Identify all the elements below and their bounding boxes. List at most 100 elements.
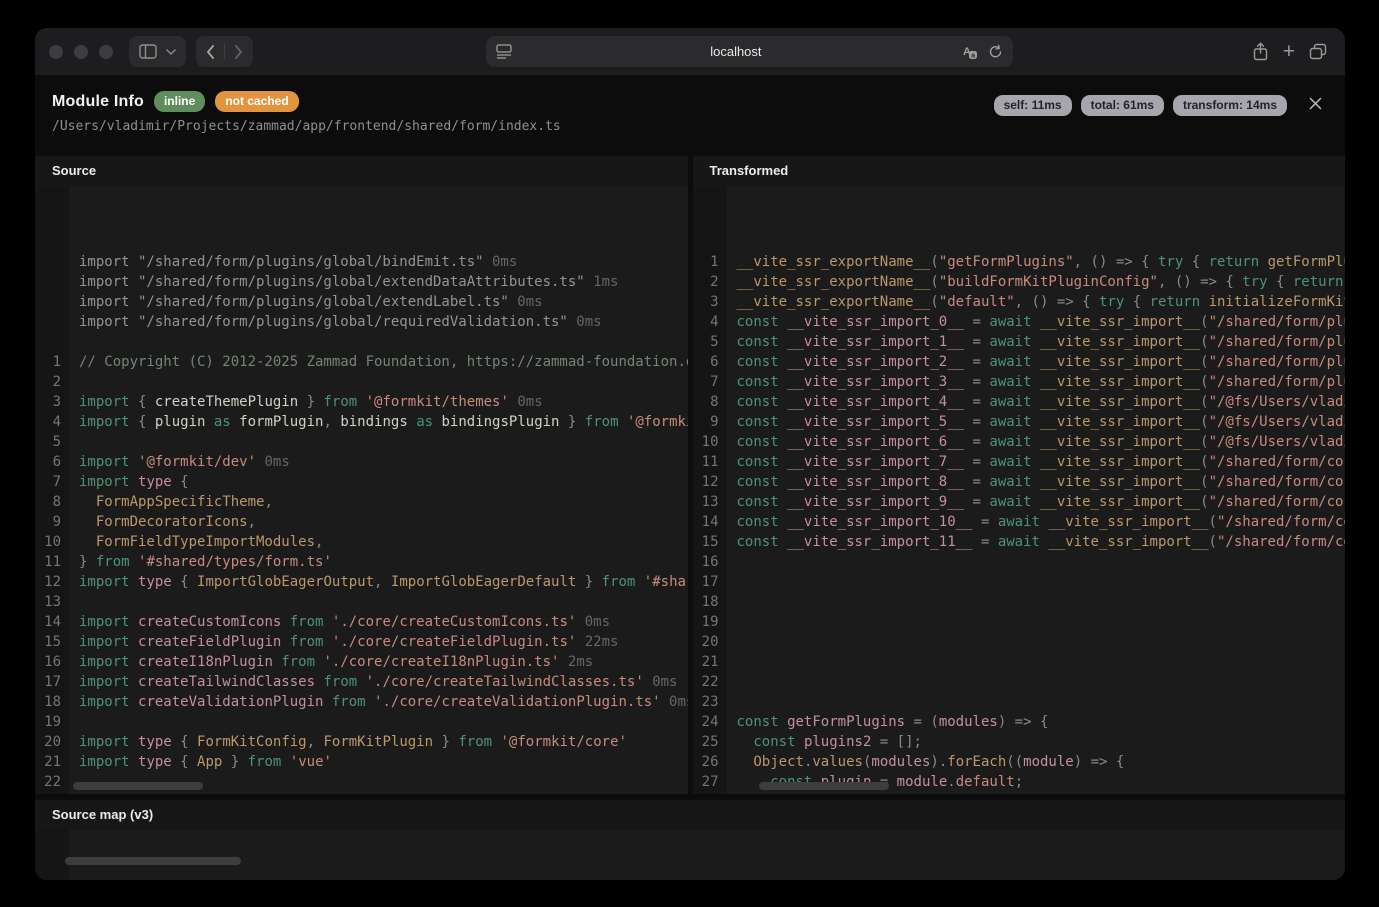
timing-badges: self: 11ms total: 61ms transform: 14ms (994, 95, 1287, 116)
code-line: 17 (693, 572, 1346, 592)
code-line: 21import type { App } from 'vue' (35, 752, 688, 772)
code-line: 16 (693, 552, 1346, 572)
tab-overview-button[interactable] (1309, 43, 1327, 60)
close-button[interactable] (1303, 91, 1327, 115)
source-panel: Source import "/shared/form/plugins/glob… (35, 156, 688, 794)
reload-button[interactable] (988, 44, 1003, 59)
code-line: 23export const getFormPlugins = (modules… (35, 792, 688, 794)
code-line: 21 (693, 652, 1346, 672)
code-line: 24const getFormPlugins = (modules) => { (693, 712, 1346, 732)
code-line: import "/shared/form/plugins/global/requ… (35, 312, 688, 332)
code-line: 26 Object.values(modules).forEach((modul… (693, 752, 1346, 772)
code-line: 11const __vite_ssr_import_7__ = await __… (693, 452, 1346, 472)
code-line: 9 FormDecoratorIcons, (35, 512, 688, 532)
transformed-code-area[interactable]: 1__vite_ssr_exportName__("getFormPlugins… (693, 186, 1346, 794)
code-line: 9const __vite_ssr_import_5__ = await __v… (693, 412, 1346, 432)
screen: localhost A a + (0, 0, 1379, 907)
code-line: 5 (35, 432, 688, 452)
code-line: 15const __vite_ssr_import_11__ = await _… (693, 532, 1346, 552)
sourcemap-code-area[interactable]: 1;;;AAEA;AAAkC;AAAA;AAAA;AAAA;AAClC;AAEA… (35, 830, 1345, 880)
code-line: 25 const plugins2 = []; (693, 732, 1346, 752)
code-line: 22 (693, 672, 1346, 692)
code-line: 4import { plugin as formPlugin, bindings… (35, 412, 688, 432)
code-line: 1// Copyright (C) 2012-2025 Zammad Found… (35, 352, 688, 372)
url-text[interactable]: localhost (512, 44, 960, 59)
code-line: 23 (693, 692, 1346, 712)
code-line: 20 (693, 632, 1346, 652)
toolbar-right-buttons: + (1252, 41, 1327, 62)
code-line: 12import type { ImportGlobEagerOutput, I… (35, 572, 688, 592)
svg-text:a: a (971, 52, 975, 59)
translate-icon[interactable]: A a (960, 44, 978, 60)
code-line: 10const __vite_ssr_import_6__ = await __… (693, 432, 1346, 452)
inline-badge: inline (154, 91, 205, 112)
chevron-down-icon (166, 49, 176, 55)
browser-window: localhost A a + (35, 28, 1345, 880)
source-hscrollbar[interactable] (73, 782, 203, 790)
back-button[interactable] (206, 45, 215, 59)
nav-buttons (196, 36, 253, 67)
code-line: 19 (693, 612, 1346, 632)
close-icon (1309, 97, 1322, 110)
code-line: 2 (35, 372, 688, 392)
code-line: 7import type { (35, 472, 688, 492)
browser-toolbar: localhost A a + (35, 28, 1345, 75)
code-line: 5const __vite_ssr_import_1__ = await __v… (693, 332, 1346, 352)
code-line: 8const __vite_ssr_import_4__ = await __v… (693, 392, 1346, 412)
window-controls (49, 45, 113, 59)
code-line: 16import createI18nPlugin from './core/c… (35, 652, 688, 672)
code-line: 4const __vite_ssr_import_0__ = await __v… (693, 312, 1346, 332)
code-line: 13const __vite_ssr_import_9__ = await __… (693, 492, 1346, 512)
code-panels: Source import "/shared/form/plugins/glob… (35, 156, 1345, 794)
code-line (35, 332, 688, 352)
code-line: 13 (35, 592, 688, 612)
sidebar-icon (139, 44, 157, 59)
code-line: 18import createValidationPlugin from './… (35, 692, 688, 712)
traffic-light-minimize[interactable] (74, 45, 88, 59)
sidebar-toggle-button[interactable] (129, 36, 186, 67)
code-line: import "/shared/form/plugins/global/bind… (35, 252, 688, 272)
code-line: 1__vite_ssr_exportName__("getFormPlugins… (693, 252, 1346, 272)
forward-button[interactable] (234, 45, 243, 59)
code-line: 2__vite_ssr_exportName__("buildFormKitPl… (693, 272, 1346, 292)
new-tab-button[interactable]: + (1283, 41, 1295, 62)
code-line: 10 FormFieldTypeImportModules, (35, 532, 688, 552)
transformed-panel-title: Transformed (693, 156, 1346, 186)
transformed-hscrollbar[interactable] (759, 782, 889, 790)
code-line: 6const __vite_ssr_import_2__ = await __v… (693, 352, 1346, 372)
code-line: import "/shared/form/plugins/global/exte… (35, 272, 688, 292)
code-line: 18 (693, 592, 1346, 612)
code-line: 20import type { FormKitConfig, FormKitPl… (35, 732, 688, 752)
code-line: 14import createCustomIcons from './core/… (35, 612, 688, 632)
code-line: 8 FormAppSpecificTheme, (35, 492, 688, 512)
traffic-light-close[interactable] (49, 45, 63, 59)
code-line: 15import createFieldPlugin from './core/… (35, 632, 688, 652)
code-line: 12const __vite_ssr_import_8__ = await __… (693, 472, 1346, 492)
sourcemap-panel: Source map (v3) 1;;;AAEA;AAAkC;AAAA;AAAA… (35, 800, 1345, 880)
transform-time-badge: transform: 14ms (1173, 95, 1287, 116)
code-line: 28 plugins2.push(plugin); (693, 792, 1346, 794)
nav-divider (224, 43, 225, 60)
code-line: import "/shared/form/plugins/global/exte… (35, 292, 688, 312)
code-line: 14const __vite_ssr_import_10__ = await _… (693, 512, 1346, 532)
sourcemap-hscrollbar[interactable] (65, 857, 241, 865)
source-code-area[interactable]: import "/shared/form/plugins/global/bind… (35, 186, 688, 794)
code-line: 7const __vite_ssr_import_3__ = await __v… (693, 372, 1346, 392)
transformed-panel: Transformed 1__vite_ssr_exportName__("ge… (693, 156, 1346, 794)
code-line: 3__vite_ssr_exportName__("default", () =… (693, 292, 1346, 312)
sourcemap-line-gutter (35, 830, 69, 880)
code-line: 6import '@formkit/dev' 0ms (35, 452, 688, 472)
code-line: 17import createTailwindClasses from './c… (35, 672, 688, 692)
code-line: 19 (35, 712, 688, 732)
share-button[interactable] (1252, 42, 1269, 61)
code-line: 11} from '#shared/types/form.ts' (35, 552, 688, 572)
not-cached-badge: not cached (215, 91, 298, 112)
address-bar[interactable]: localhost A a (486, 36, 1013, 67)
page-title: Module Info (52, 93, 144, 111)
traffic-light-fullscreen[interactable] (99, 45, 113, 59)
code-line: 3import { createThemePlugin } from '@for… (35, 392, 688, 412)
module-file-path: /Users/vladimir/Projects/zammad/app/fron… (52, 119, 1345, 134)
source-panel-title: Source (35, 156, 688, 186)
reader-icon[interactable] (496, 44, 512, 59)
self-time-badge: self: 11ms (994, 95, 1072, 116)
